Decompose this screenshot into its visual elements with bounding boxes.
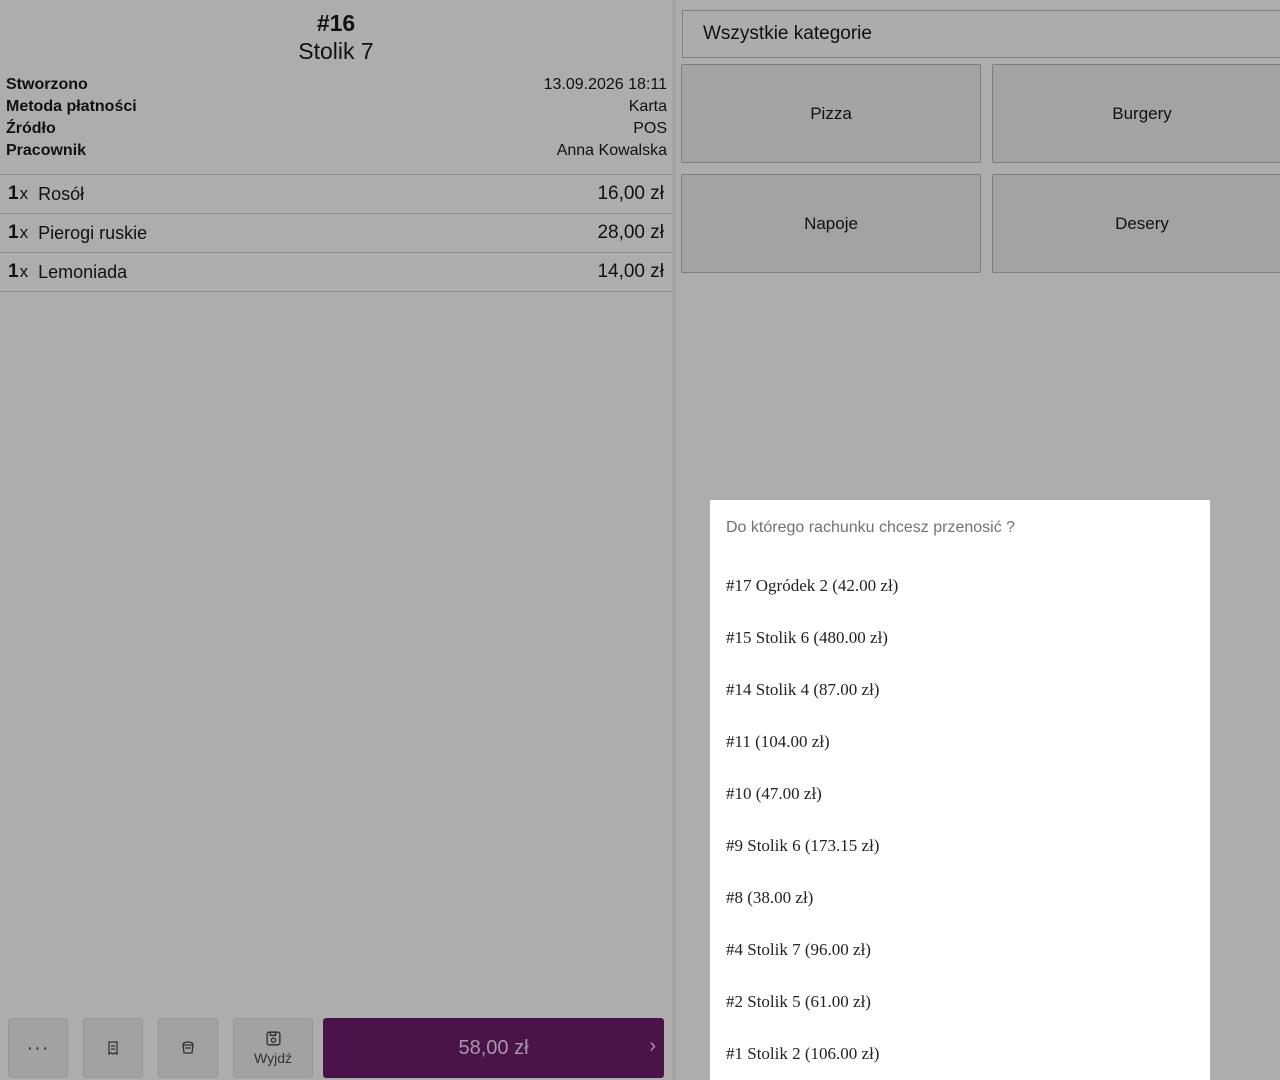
meta-label: Źródło xyxy=(6,120,56,137)
pay-total: 58,00 zł xyxy=(458,1036,529,1059)
bill-option[interactable]: #17 Ogródek 2 (42.00 zł) xyxy=(726,560,1194,612)
order-items-list: 1 x Rosół 16,00 zł 1 x Pierogi ruskie 28… xyxy=(0,174,672,292)
bill-option[interactable]: #11 (104.00 zł) xyxy=(726,716,1194,768)
bill-option[interactable]: #2 Stolik 5 (61.00 zł) xyxy=(726,976,1194,1028)
meta-value: POS xyxy=(633,120,667,137)
meta-row-created: Stworzono 13.09.2026 18:11 xyxy=(6,74,667,96)
meta-label: Metoda płatności xyxy=(6,98,137,115)
item-price: 16,00 zł xyxy=(597,183,664,204)
order-panel: #16 Stolik 7 Stworzono 13.09.2026 18:11 … xyxy=(0,0,672,1080)
category-tile-drinks[interactable]: Napoje xyxy=(681,174,981,273)
bill-option[interactable]: #1 Stolik 2 (106.00 zł) xyxy=(726,1028,1194,1080)
order-meta: Stworzono 13.09.2026 18:11 Metoda płatno… xyxy=(6,74,667,162)
cup-button[interactable] xyxy=(158,1018,218,1078)
panel-divider xyxy=(672,0,676,1080)
save-exit-button[interactable]: Wyjdź xyxy=(233,1018,313,1078)
item-name: Pierogi ruskie xyxy=(38,222,148,243)
item-multiplier: x xyxy=(19,223,29,242)
meta-value: Karta xyxy=(628,98,667,115)
bill-option[interactable]: #14 Stolik 4 (87.00 zł) xyxy=(726,664,1194,716)
item-quantity: 1 xyxy=(8,183,19,204)
category-tile-burgers[interactable]: Burgery xyxy=(992,64,1280,163)
meta-row-employee: Pracownik Anna Kowalska xyxy=(6,140,667,162)
item-multiplier: x xyxy=(19,262,29,281)
meta-row-payment-method: Metoda płatności Karta xyxy=(6,96,667,118)
all-categories-select[interactable]: Wszystkie kategorie xyxy=(682,10,1280,58)
item-name: Rosół xyxy=(38,183,85,204)
chevron-right-icon: › xyxy=(649,1035,656,1057)
bill-options-list: #17 Ogródek 2 (42.00 zł) #15 Stolik 6 (4… xyxy=(726,560,1194,1080)
bill-option[interactable]: #8 (38.00 zł) xyxy=(726,872,1194,924)
modal-title: Do którego rachunku chcesz przenosić ? xyxy=(726,519,1016,536)
receipt-icon xyxy=(105,1040,121,1056)
save-icon xyxy=(265,1030,282,1047)
item-name: Lemoniada xyxy=(38,261,128,282)
item-quantity: 1 xyxy=(8,261,19,282)
order-item[interactable]: 1 x Lemoniada 14,00 zł xyxy=(0,253,672,292)
more-options-button[interactable]: ··· xyxy=(8,1018,68,1078)
order-table-name: Stolik 7 xyxy=(298,38,374,64)
pay-button[interactable]: 58,00 zł › xyxy=(323,1018,664,1078)
meta-label: Pracownik xyxy=(6,142,87,159)
bill-option[interactable]: #15 Stolik 6 (480.00 zł) xyxy=(726,612,1194,664)
save-exit-label: Wyjdź xyxy=(254,1050,292,1066)
meta-row-source: Źródło POS xyxy=(6,118,667,140)
meta-value: Anna Kowalska xyxy=(556,142,667,159)
receipt-button[interactable] xyxy=(83,1018,143,1078)
bill-option[interactable]: #10 (47.00 zł) xyxy=(726,768,1194,820)
meta-value: 13.09.2026 18:11 xyxy=(543,76,667,93)
item-multiplier: x xyxy=(19,184,29,203)
transfer-bill-modal: Do którego rachunku chcesz przenosić ? #… xyxy=(710,500,1210,1080)
bill-option[interactable]: #4 Stolik 7 (96.00 zł) xyxy=(726,924,1194,976)
meta-label: Stworzono xyxy=(6,76,88,93)
item-price: 28,00 zł xyxy=(597,222,664,243)
item-price: 14,00 zł xyxy=(597,261,664,282)
more-icon: ··· xyxy=(26,1036,50,1059)
order-item[interactable]: 1 x Rosół 16,00 zł xyxy=(0,175,672,214)
category-tile-pizza[interactable]: Pizza xyxy=(681,64,981,163)
item-quantity: 1 xyxy=(8,222,19,243)
bill-option[interactable]: #9 Stolik 6 (173.15 zł) xyxy=(726,820,1194,872)
cup-icon xyxy=(180,1040,196,1056)
category-tile-desserts[interactable]: Desery xyxy=(992,174,1280,273)
order-number: #16 xyxy=(316,10,356,36)
order-item[interactable]: 1 x Pierogi ruskie 28,00 zł xyxy=(0,214,672,253)
